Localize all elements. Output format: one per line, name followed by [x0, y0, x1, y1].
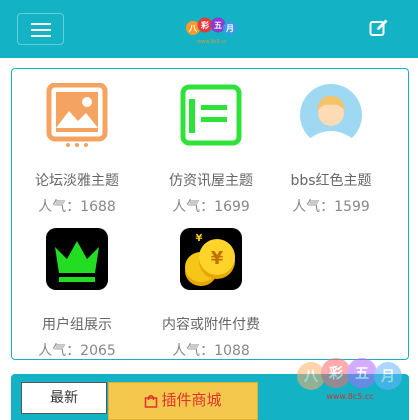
svg-text:五: 五	[214, 21, 222, 30]
svg-text:¥: ¥	[211, 248, 224, 269]
top-navigation-bar: 八 彩 五 月 www.8c5.cc	[0, 0, 418, 58]
svg-text:www.8c5.cc: www.8c5.cc	[197, 39, 227, 45]
theme-name: 仿资讯屋主题	[169, 173, 253, 189]
hamburger-line	[31, 29, 51, 31]
theme-popularity: 人气：2065	[38, 343, 116, 359]
theme-popularity: 人气：1688	[38, 199, 116, 215]
svg-text:月: 月	[380, 369, 395, 385]
svg-text:五: 五	[355, 366, 369, 382]
theme-item[interactable]: bbs红色主题 人气：1599	[266, 83, 396, 223]
theme-item[interactable]: 论坛淡雅主题 人气：1688	[12, 83, 142, 223]
image-frame-icon	[46, 83, 108, 147]
user-avatar-icon	[300, 84, 362, 147]
hamburger-line	[31, 35, 51, 37]
watermark-logo: 八 彩 五 月	[297, 358, 402, 390]
tab-plugin-store[interactable]: 插件商城	[108, 382, 258, 420]
theme-name: 用户组展示	[42, 317, 112, 333]
theme-item[interactable]: 用户组展示 人气：2065	[12, 227, 142, 367]
theme-name: 论坛淡雅主题	[35, 173, 119, 189]
theme-popularity: 人气：1088	[172, 343, 250, 359]
svg-text:彩: 彩	[200, 20, 209, 30]
theme-name: 内容或附件付费	[162, 317, 260, 333]
svg-text:月: 月	[225, 24, 234, 33]
crown-icon	[46, 228, 108, 290]
svg-text:八: 八	[303, 369, 319, 385]
document-icon	[180, 84, 242, 146]
watermark-url: www.8c5.cc	[326, 392, 374, 401]
site-logo[interactable]: 八 彩 五 月 www.8c5.cc	[186, 12, 238, 46]
theme-name: bbs红色主题	[290, 173, 372, 189]
theme-item[interactable]: ¥ ¥ 内容或附件付费 人气：1088	[146, 227, 276, 367]
shopping-bag-icon	[145, 394, 158, 408]
tab-plugin-store-label: 插件商城	[161, 391, 222, 409]
theme-grid-panel: 论坛淡雅主题 人气：1688 仿资讯屋主题 人气：1699 bbs红色主题 人气…	[11, 68, 409, 360]
menu-button[interactable]	[17, 13, 64, 45]
tab-latest[interactable]: 最新	[21, 382, 107, 414]
theme-popularity: 人气：1699	[172, 199, 250, 215]
svg-text:¥: ¥	[196, 233, 203, 244]
theme-item[interactable]: 仿资讯屋主题 人气：1699	[146, 83, 276, 223]
svg-text:彩: 彩	[328, 365, 343, 382]
theme-popularity: 人气：1599	[292, 199, 370, 215]
hamburger-line	[31, 23, 51, 25]
edit-icon[interactable]	[369, 18, 389, 38]
gold-coins-icon: ¥ ¥	[180, 228, 242, 290]
svg-text:八: 八	[188, 24, 198, 33]
